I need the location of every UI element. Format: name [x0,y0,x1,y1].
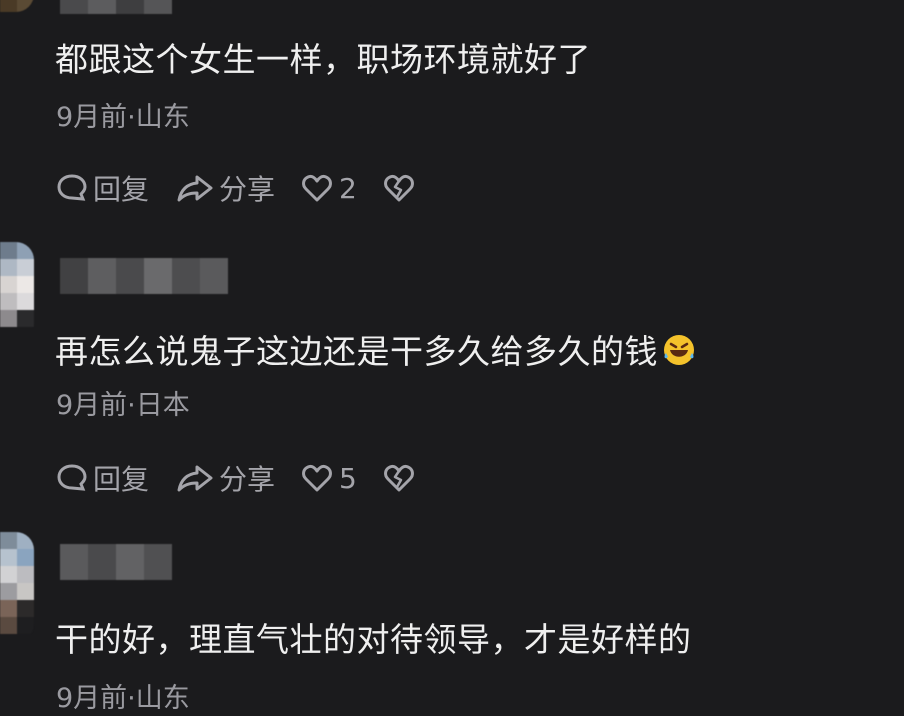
comment-text: 都跟这个女生一样，职场环境就好了 [55,40,591,79]
broken-heart-icon [383,464,414,492]
comment-text: 再怎么说鬼子这边还是干多久给多久的钱 [55,332,696,372]
reply-label: 回复 [93,463,150,496]
like-button[interactable]: 5 [301,462,357,495]
heart-icon [302,174,332,202]
avatar[interactable] [0,532,34,642]
share-arrow-icon [177,175,213,202]
like-count: 2 [339,171,357,205]
avatar[interactable] [0,242,34,342]
comment-actions: 回复 分享 2 [55,168,445,208]
reply-label: 回复 [93,173,150,206]
reply-button[interactable]: 回复 [55,168,149,208]
heart-icon [302,464,332,492]
username-blurred[interactable] [60,0,172,14]
share-label: 分享 [219,173,276,206]
share-arrow-icon [177,465,213,492]
broken-heart-icon [383,174,414,202]
comment-item: 都跟这个女生一样，职场环境就好了 9月前·山东 回复 分享 2 [0,0,904,240]
comment-meta: 9月前·日本 [56,390,190,421]
avatar[interactable] [0,0,34,12]
like-count: 5 [339,461,357,495]
comment-meta: 9月前·山东 [56,102,190,133]
username-blurred[interactable] [60,544,172,580]
comment-text: 干的好，理直气壮的对待领导，才是好样的 [55,620,692,659]
comment-meta: 9月前·山东 [56,683,190,714]
share-button[interactable]: 分享 [175,458,275,498]
comment-text-content: 再怎么说鬼子这边还是干多久给多久的钱 [55,332,658,371]
comment-actions: 回复 分享 5 [55,458,445,498]
dislike-button[interactable] [383,462,419,494]
comment-item: 干的好，理直气壮的对待领导，才是好样的 9月前·山东 [0,530,904,714]
reply-button[interactable]: 回复 [55,458,149,498]
share-label: 分享 [219,463,276,496]
comment-bubble-icon [57,174,87,201]
share-button[interactable]: 分享 [175,168,275,208]
rofl-emoji-icon [664,335,694,365]
comment-bubble-icon [57,464,87,491]
dislike-button[interactable] [383,172,419,204]
like-button[interactable]: 2 [301,172,357,205]
comment-item: 再怎么说鬼子这边还是干多久给多久的钱 9月前·日本 回复 分享 5 [0,240,904,530]
username-blurred[interactable] [60,258,228,294]
